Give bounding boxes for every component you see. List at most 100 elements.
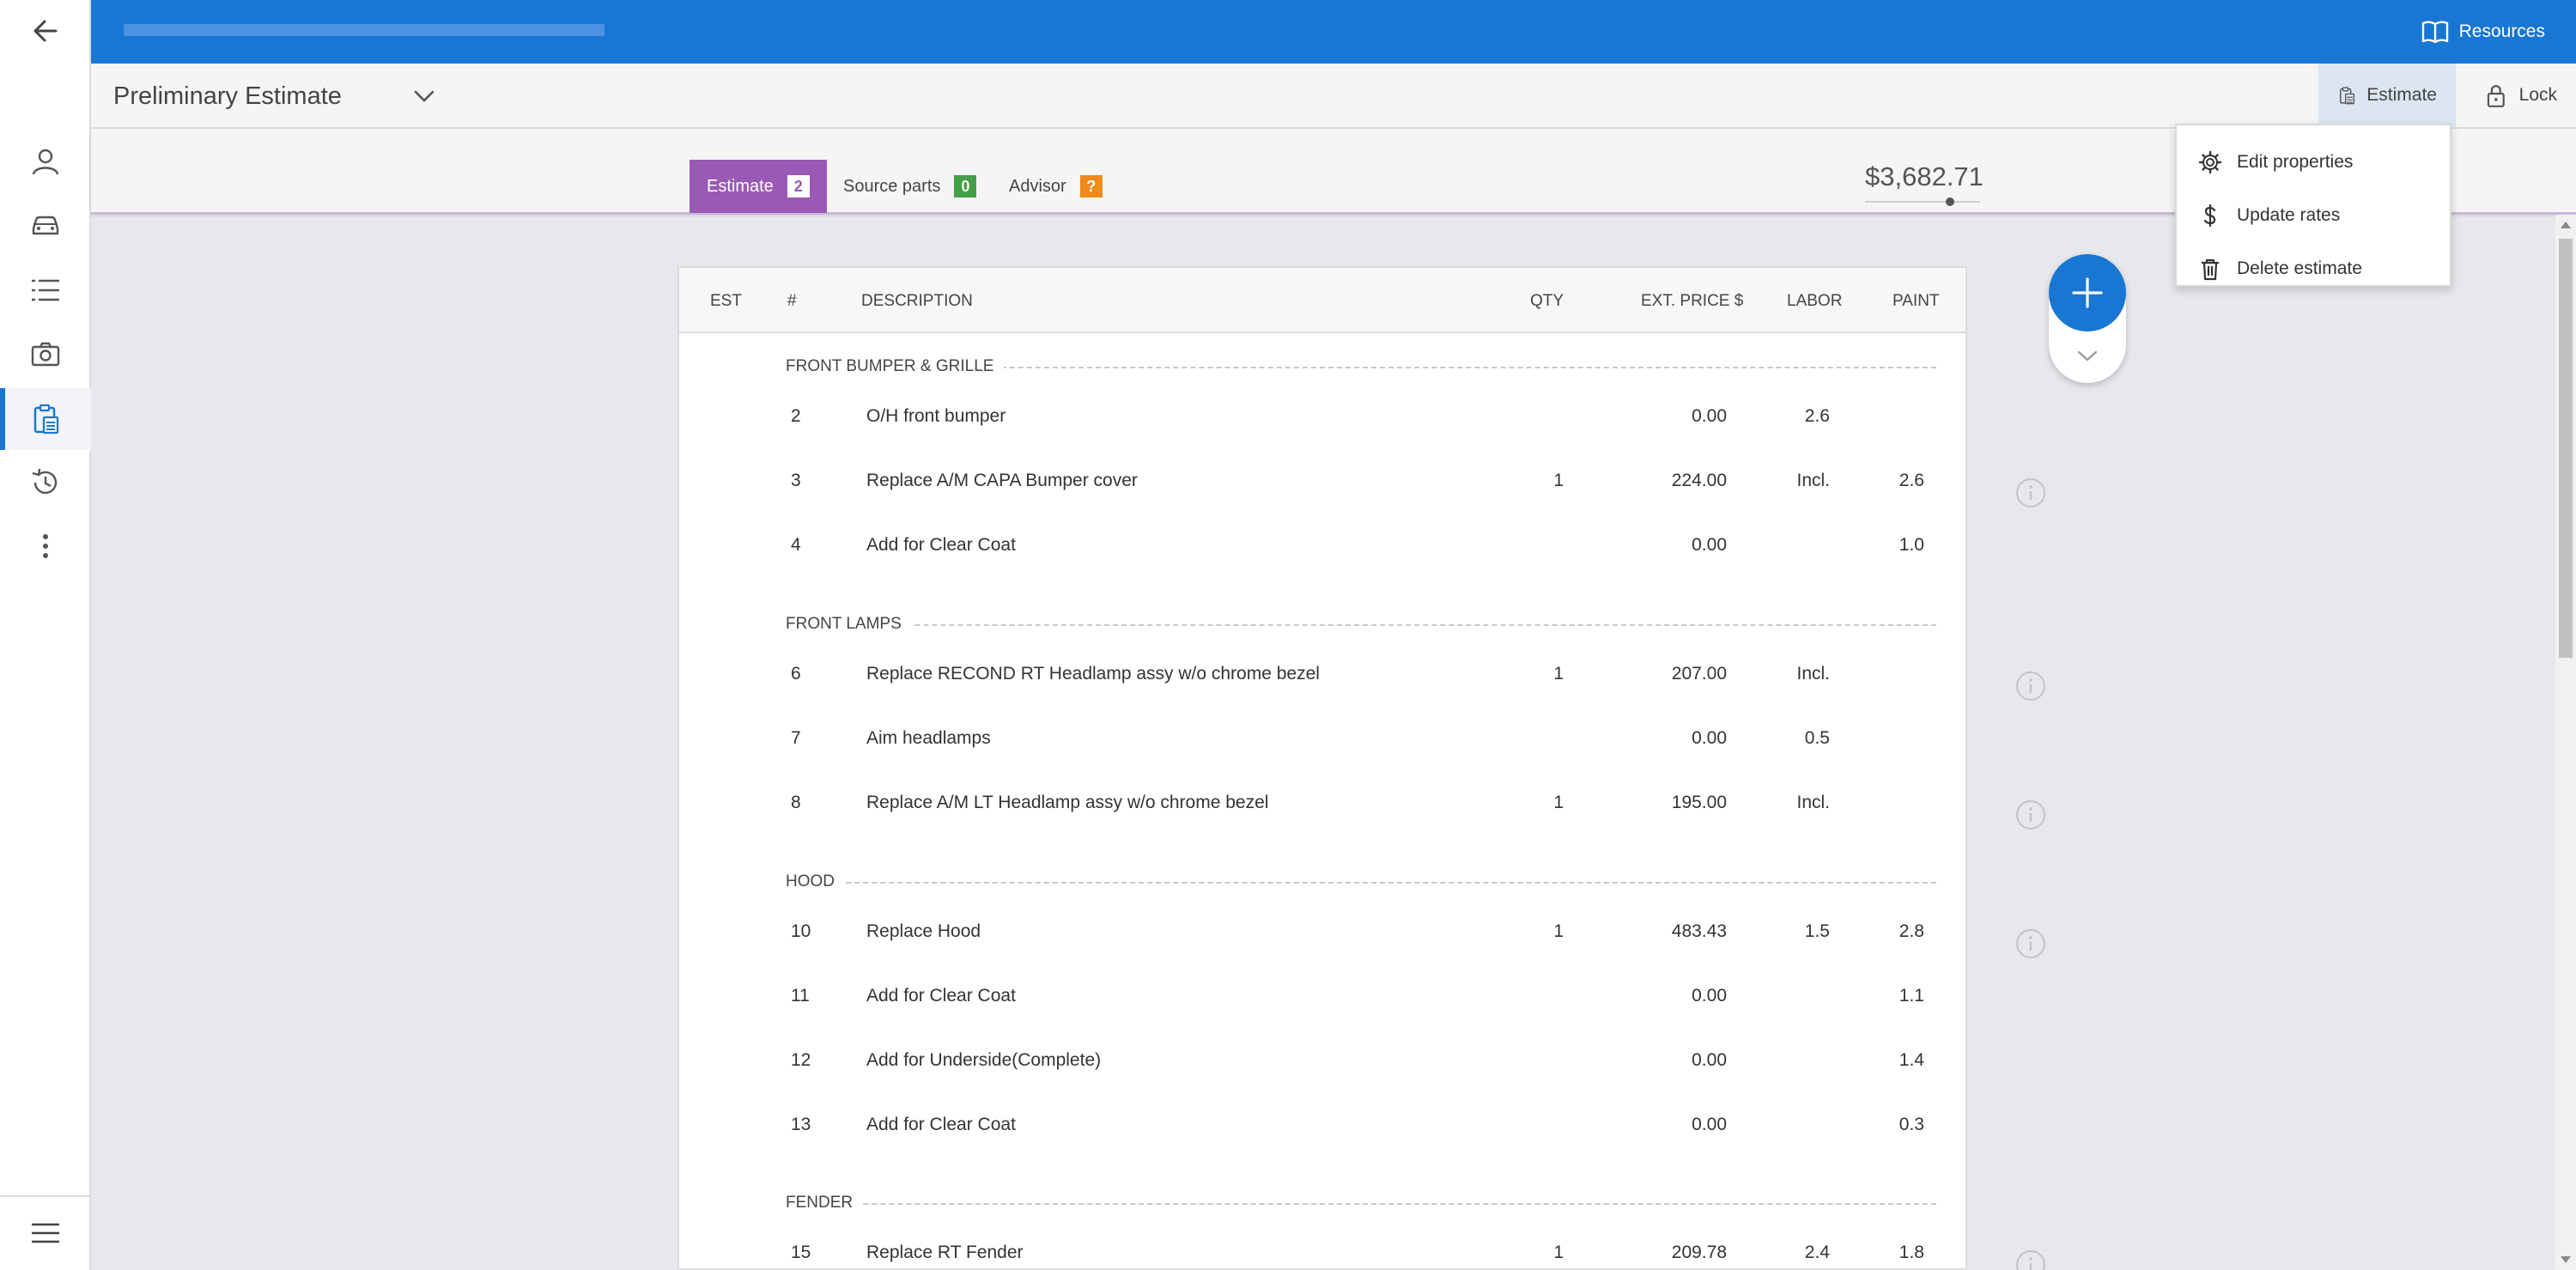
resources-label: Resources bbox=[2458, 21, 2545, 41]
scroll-down-arrow[interactable] bbox=[2561, 1256, 2571, 1263]
line-description: Replace RT Fender bbox=[866, 1243, 1024, 1262]
menu-item-delete-estimate[interactable]: Delete estimate bbox=[2177, 242, 2450, 295]
line-description: Add for Clear Coat bbox=[866, 1115, 1016, 1134]
line-ext-price: 0.00 bbox=[1692, 1115, 1727, 1134]
tab-advisor[interactable]: Advisor ? bbox=[1009, 160, 1103, 213]
table-row[interactable]: 12 Add for Underside(Complete) 0.00 1.4 bbox=[679, 1030, 1965, 1094]
sidebar-item-list[interactable] bbox=[0, 259, 91, 321]
line-description: Replace Hood bbox=[866, 921, 981, 941]
sidebar-item-more[interactable] bbox=[0, 515, 91, 577]
line-qty: 1 bbox=[1553, 921, 1564, 941]
sidebar-item-customer[interactable] bbox=[0, 131, 91, 192]
line-ext-price: 0.00 bbox=[1692, 986, 1727, 1006]
scroll-up-arrow[interactable] bbox=[2561, 222, 2571, 228]
estimate-dropdown-menu: Edit properties Update rates Delete esti… bbox=[2175, 124, 2451, 287]
section-title: FRONT LAMPS bbox=[786, 615, 912, 634]
line-number: 2 bbox=[791, 406, 801, 426]
add-line-button[interactable] bbox=[2049, 254, 2126, 331]
line-labor: 2.4 bbox=[1804, 1243, 1830, 1262]
menu-item-update-rates[interactable]: Update rates bbox=[2177, 189, 2450, 242]
scrollbar-thumb[interactable] bbox=[2559, 239, 2573, 658]
dollar-icon bbox=[2203, 204, 2216, 228]
column-header-description[interactable]: DESCRIPTION bbox=[861, 292, 973, 311]
info-icon[interactable] bbox=[2014, 927, 2047, 960]
line-qty: 1 bbox=[1553, 471, 1564, 490]
line-number: 13 bbox=[791, 1115, 811, 1134]
column-header-number[interactable]: # bbox=[787, 292, 797, 311]
line-ext-price: 0.00 bbox=[1692, 1050, 1727, 1070]
line-labor: 0.5 bbox=[1804, 728, 1830, 748]
tab-label: Source parts bbox=[843, 176, 941, 196]
estimate-menu-button[interactable]: Estimate bbox=[2318, 64, 2456, 127]
tab-source-parts[interactable]: Source parts 0 bbox=[843, 160, 977, 213]
table-row[interactable]: 7 Aim headlamps 0.00 0.5 bbox=[679, 708, 1965, 772]
section-divider bbox=[786, 882, 1936, 884]
info-icon[interactable] bbox=[2014, 477, 2047, 509]
line-qty: 1 bbox=[1553, 1243, 1564, 1262]
sidebar bbox=[0, 0, 91, 1270]
tab-estimate[interactable]: Estimate 2 bbox=[690, 160, 827, 213]
line-paint: 2.8 bbox=[1899, 921, 1924, 941]
resources-button[interactable]: Resources bbox=[2421, 17, 2545, 46]
table-header: EST # DESCRIPTION QTY EXT. PRICE $ LABOR… bbox=[679, 268, 1965, 333]
column-header-est[interactable]: EST bbox=[710, 292, 742, 311]
table-row[interactable]: 13 Add for Clear Coat 0.00 0.3 bbox=[679, 1094, 1965, 1158]
line-ext-price: 0.00 bbox=[1692, 728, 1727, 748]
table-row[interactable]: 4 Add for Clear Coat 0.00 1.0 bbox=[679, 514, 1965, 579]
hamburger-menu-icon bbox=[32, 1223, 59, 1243]
column-header-labor[interactable]: LABOR bbox=[1787, 292, 1842, 311]
arrow-left-icon bbox=[33, 20, 58, 42]
column-header-ext-price[interactable]: EXT. PRICE $ bbox=[1641, 292, 1743, 311]
tab-label: Advisor bbox=[1009, 176, 1066, 196]
menu-item-edit-properties[interactable]: Edit properties bbox=[2177, 136, 2450, 189]
line-ext-price: 0.00 bbox=[1692, 535, 1727, 555]
section-header: FENDER bbox=[679, 1188, 1965, 1223]
line-qty: 1 bbox=[1553, 664, 1564, 684]
column-header-qty[interactable]: QTY bbox=[1530, 292, 1564, 311]
chevron-down-icon[interactable] bbox=[409, 81, 440, 112]
column-header-paint[interactable]: PAINT bbox=[1893, 292, 1940, 311]
line-number: 10 bbox=[791, 921, 811, 941]
plus-icon bbox=[2072, 277, 2103, 308]
line-ext-price: 0.00 bbox=[1692, 406, 1727, 426]
sidebar-item-history[interactable] bbox=[0, 452, 91, 513]
line-labor: Incl. bbox=[1796, 793, 1830, 812]
table-row[interactable]: 3 Replace A/M CAPA Bumper cover 1 224.00… bbox=[679, 450, 1965, 514]
vertical-scrollbar[interactable] bbox=[2555, 215, 2576, 1270]
table-row[interactable]: 6 Replace RECOND RT Headlamp assy w/o ch… bbox=[679, 643, 1965, 708]
info-icon[interactable] bbox=[2014, 1249, 2047, 1270]
info-icon[interactable] bbox=[2014, 670, 2047, 702]
chevron-down-icon[interactable] bbox=[2072, 340, 2103, 371]
line-number: 6 bbox=[791, 664, 801, 684]
section-header: FRONT LAMPS bbox=[679, 610, 1965, 644]
line-number: 8 bbox=[791, 793, 801, 812]
menu-button[interactable] bbox=[0, 1202, 91, 1264]
table-row[interactable]: 15 Replace RT Fender 1 209.78 2.4 1.8 bbox=[679, 1222, 1965, 1268]
sidebar-item-photos[interactable] bbox=[0, 323, 91, 385]
section-divider bbox=[786, 624, 1936, 626]
info-icon[interactable] bbox=[2014, 799, 2047, 831]
section-header: HOOD bbox=[679, 867, 1965, 902]
table-row[interactable]: 10 Replace Hood 1 483.43 1.5 2.8 bbox=[679, 901, 1965, 965]
line-paint: 1.0 bbox=[1899, 535, 1924, 555]
table-row[interactable]: 11 Add for Clear Coat 0.00 1.1 bbox=[679, 965, 1965, 1030]
tab-label: Estimate bbox=[707, 176, 774, 196]
sidebar-item-vehicle[interactable] bbox=[0, 194, 91, 256]
total-indicator-dot bbox=[1946, 197, 1954, 206]
line-labor: 2.6 bbox=[1804, 406, 1830, 426]
estimate-total[interactable]: $3,682.71 bbox=[1865, 161, 1984, 192]
clipboard-calculator-icon bbox=[2339, 87, 2354, 105]
back-button[interactable] bbox=[0, 0, 91, 62]
line-ext-price: 209.78 bbox=[1671, 1243, 1727, 1262]
line-paint: 2.6 bbox=[1899, 471, 1924, 490]
list-icon bbox=[32, 279, 59, 301]
lock-button[interactable]: Lock bbox=[2464, 64, 2576, 127]
line-number: 4 bbox=[791, 535, 801, 555]
table-row[interactable]: 2 O/H front bumper 0.00 2.6 bbox=[679, 386, 1965, 450]
line-labor: Incl. bbox=[1796, 471, 1830, 490]
history-icon bbox=[32, 468, 58, 495]
menu-item-label: Edit properties bbox=[2237, 152, 2354, 172]
table-row[interactable]: 8 Replace A/M LT Headlamp assy w/o chrom… bbox=[679, 772, 1965, 836]
sidebar-item-estimate[interactable] bbox=[0, 388, 91, 450]
car-icon bbox=[32, 216, 59, 235]
